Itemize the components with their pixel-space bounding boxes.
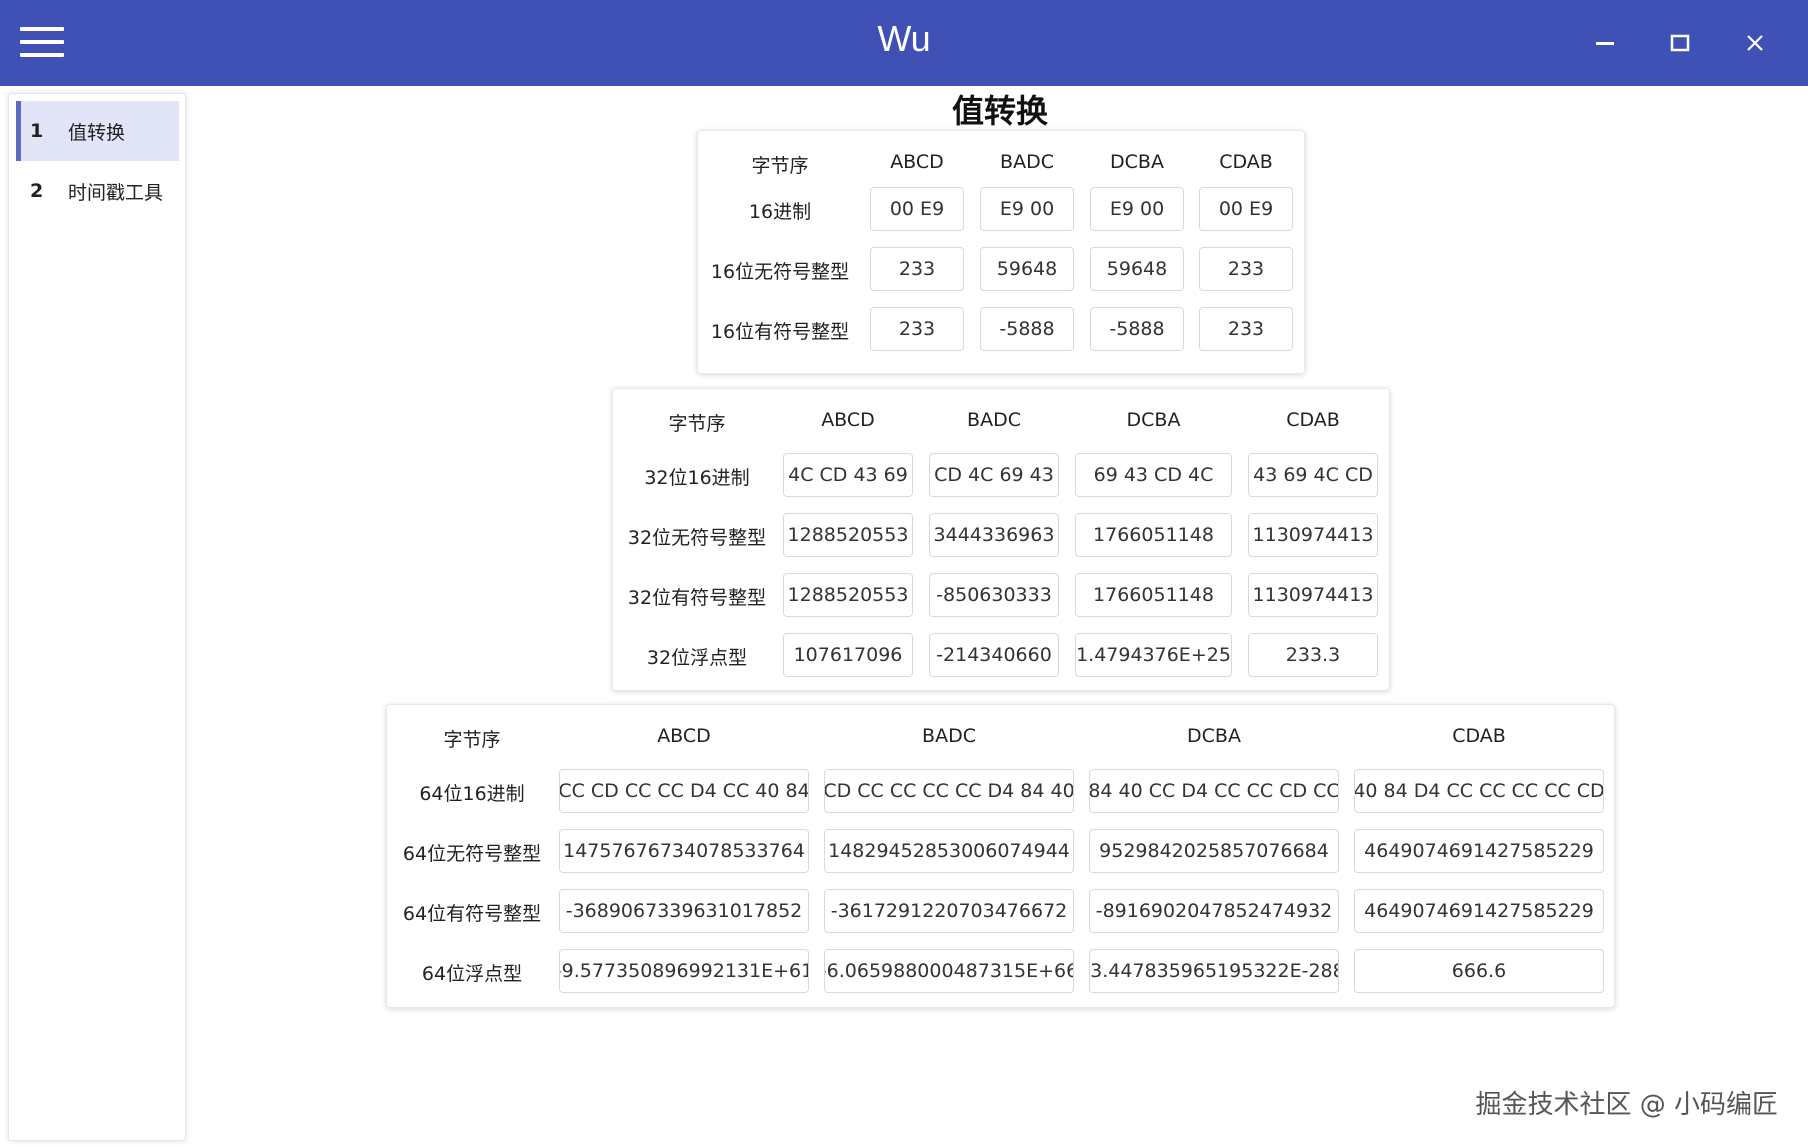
value-field-cdab[interactable]: 4649074691427585229 bbox=[1354, 889, 1604, 933]
table-header-abcd: ABCD bbox=[821, 409, 875, 431]
value-field-cdab[interactable]: 1130974413 bbox=[1248, 573, 1378, 617]
value-field-abcd[interactable]: 1288520553 bbox=[783, 513, 913, 557]
sidebar: 1 值转换 2 时间戳工具 bbox=[8, 93, 186, 1141]
table-header-abcd: ABCD bbox=[890, 151, 944, 173]
table-64bit-card: 字节序 ABCD BADC DCBA CDAB 64位16进制 CC CD CC CC D4… bbox=[386, 704, 1615, 1008]
value-field-dcba[interactable]: 84 40 CC D4 CC CC CD CC bbox=[1089, 769, 1339, 813]
value-field-abcd[interactable]: -9.577350896992131E+61 bbox=[559, 949, 809, 993]
app-title: Wu bbox=[877, 18, 931, 59]
value-field-badc[interactable]: CD 4C 69 43 bbox=[929, 453, 1059, 497]
value-field-cdab[interactable]: 1130974413 bbox=[1248, 513, 1378, 557]
table-header-byte-order: 字节序 bbox=[443, 729, 501, 751]
table-header-abcd: ABCD bbox=[657, 725, 711, 747]
page-title: 值转换 bbox=[951, 92, 1048, 130]
value-field-dcba[interactable]: -8916902047852474932 bbox=[1089, 889, 1339, 933]
value-field-abcd[interactable]: 4C CD 43 69 bbox=[783, 453, 913, 497]
row-label: 16进制 bbox=[748, 201, 812, 223]
value-field-badc[interactable]: 3444336963 bbox=[929, 513, 1059, 557]
value-field-cdab[interactable]: 00 E9 bbox=[1199, 187, 1293, 231]
value-field-abcd[interactable]: 107617096 bbox=[783, 633, 913, 677]
row-label: 64位有符号整型 bbox=[402, 903, 542, 925]
value-field-cdab[interactable]: 233 bbox=[1199, 247, 1293, 291]
table-header-byte-order: 字节序 bbox=[668, 413, 726, 435]
value-field-badc[interactable]: 59648 bbox=[980, 247, 1074, 291]
value-field-badc[interactable]: -5888 bbox=[980, 307, 1074, 351]
value-field-badc[interactable]: -214340660 bbox=[929, 633, 1059, 677]
row-label: 32位无符号整型 bbox=[627, 527, 767, 549]
value-field-abcd[interactable]: -3689067339631017852 bbox=[559, 889, 809, 933]
close-icon[interactable] bbox=[1725, 18, 1785, 68]
value-field-cdab[interactable]: 43 69 4C CD bbox=[1248, 453, 1378, 497]
value-field-cdab[interactable]: 666.6 bbox=[1354, 949, 1604, 993]
table-header-badc: BADC bbox=[922, 725, 976, 747]
watermark: 掘金技术社区 @ 小码编匠 bbox=[1475, 1090, 1778, 1120]
sidebar-item-timestamp-tool[interactable]: 2 时间戳工具 bbox=[16, 161, 179, 221]
row-label: 16位有符号整型 bbox=[710, 321, 850, 343]
table-header-badc: BADC bbox=[967, 409, 1021, 431]
value-field-badc[interactable]: -850630333 bbox=[929, 573, 1059, 617]
table-header-dcba: DCBA bbox=[1110, 151, 1164, 173]
value-field-dcba[interactable]: 69 43 CD 4C bbox=[1075, 453, 1232, 497]
row-label: 64位16进制 bbox=[419, 783, 525, 805]
value-field-cdab[interactable]: 233.3 bbox=[1248, 633, 1378, 677]
minimize-icon[interactable] bbox=[1575, 18, 1635, 68]
sidebar-item-number: 2 bbox=[30, 180, 44, 202]
value-field-abcd[interactable]: 00 E9 bbox=[870, 187, 964, 231]
value-field-badc[interactable]: E9 00 bbox=[980, 187, 1074, 231]
value-field-dcba[interactable]: -5888 bbox=[1090, 307, 1184, 351]
value-field-cdab[interactable]: 233 bbox=[1199, 307, 1293, 351]
value-field-dcba[interactable]: -3.447835965195322E-288 bbox=[1089, 949, 1339, 993]
value-field-badc[interactable]: 14829452853006074944 bbox=[824, 829, 1074, 873]
value-field-dcba[interactable]: 1.4794376E+25 bbox=[1075, 633, 1232, 677]
table-header-cdab: CDAB bbox=[1286, 409, 1340, 431]
value-field-abcd[interactable]: 1288520553 bbox=[783, 573, 913, 617]
value-field-abcd[interactable]: 14757676734078533764 bbox=[559, 829, 809, 873]
table-header-byte-order: 字节序 bbox=[751, 155, 809, 177]
value-field-dcba[interactable]: E9 00 bbox=[1090, 187, 1184, 231]
table-16bit-card: 字节序 ABCD BADC DCBA CDAB 16进制 00 E9 E9 00 E9 00 00… bbox=[697, 130, 1305, 374]
table-header-cdab: CDAB bbox=[1452, 725, 1506, 747]
value-field-dcba[interactable]: 1766051148 bbox=[1075, 573, 1232, 617]
row-label: 32位有符号整型 bbox=[627, 587, 767, 609]
table-header-dcba: DCBA bbox=[1126, 409, 1181, 431]
row-label: 64位浮点型 bbox=[421, 963, 523, 985]
value-field-cdab[interactable]: 40 84 D4 CC CC CC CC CD bbox=[1354, 769, 1604, 813]
value-field-dcba[interactable]: 9529842025857076684 bbox=[1089, 829, 1339, 873]
row-label: 32位16进制 bbox=[644, 467, 750, 489]
sidebar-item-label: 时间戳工具 bbox=[68, 181, 164, 204]
value-field-abcd[interactable]: CC CD CC CC D4 CC 40 84 bbox=[559, 769, 809, 813]
row-label: 64位无符号整型 bbox=[402, 843, 542, 865]
row-label: 16位无符号整型 bbox=[710, 261, 850, 283]
maximize-icon[interactable] bbox=[1650, 18, 1710, 68]
table-header-badc: BADC bbox=[1000, 151, 1054, 173]
value-field-abcd[interactable]: 233 bbox=[870, 307, 964, 351]
table-header-dcba: DCBA bbox=[1187, 725, 1241, 747]
value-field-badc[interactable]: -3617291220703476672 bbox=[824, 889, 1074, 933]
value-field-dcba[interactable]: 59648 bbox=[1090, 247, 1184, 291]
row-label: 32位浮点型 bbox=[646, 647, 748, 669]
table-32bit-card: 字节序 ABCD BADC DCBA CDAB 32位16进制 4C CD 43 69 CD … bbox=[612, 388, 1390, 691]
value-field-badc[interactable]: -6.065988000487315E+66 bbox=[824, 949, 1074, 993]
title-bar: Wu bbox=[0, 0, 1808, 86]
value-field-badc[interactable]: CD CC CC CC CC D4 84 40 bbox=[824, 769, 1074, 813]
value-field-cdab[interactable]: 4649074691427585229 bbox=[1354, 829, 1604, 873]
value-field-abcd[interactable]: 233 bbox=[870, 247, 964, 291]
table-header-cdab: CDAB bbox=[1219, 151, 1273, 173]
value-field-dcba[interactable]: 1766051148 bbox=[1075, 513, 1232, 557]
